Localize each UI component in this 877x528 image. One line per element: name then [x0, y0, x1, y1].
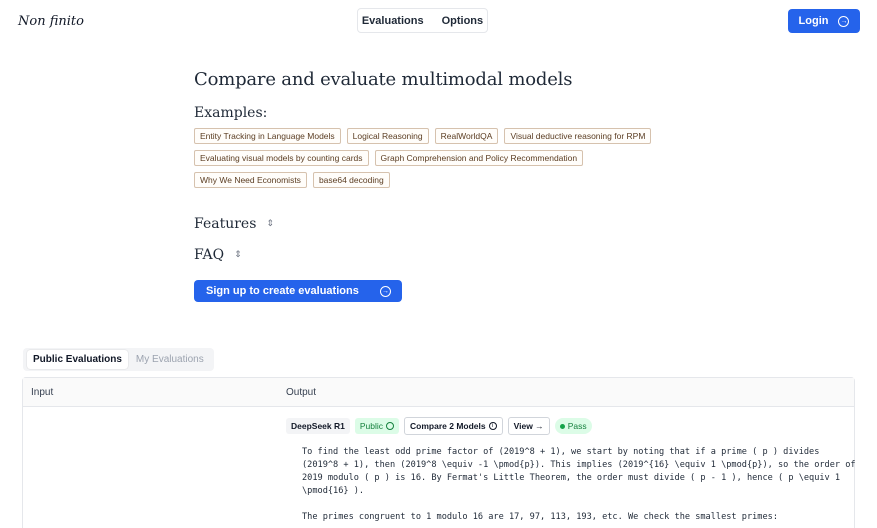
tab-my-evaluations[interactable]: My Evaluations [130, 350, 210, 369]
arrow-right-circle-icon: → [380, 285, 391, 297]
top-nav: Evaluations Options [357, 8, 488, 33]
faq-toggle[interactable]: FAQ ⇕ [194, 247, 242, 263]
login-button[interactable]: Login → [788, 9, 860, 33]
status-badge: Pass [554, 418, 592, 434]
public-badge: Public [354, 418, 400, 434]
nav-evaluations[interactable]: Evaluations [362, 15, 424, 27]
column-header-output: Output [286, 387, 317, 398]
table-header: Input Output [23, 378, 854, 407]
model-badge: DeepSeek R1 [286, 418, 350, 434]
evaluation-tabs: Public Evaluations My Evaluations [23, 348, 214, 371]
public-label: Public [359, 421, 384, 431]
model-output: To find the least odd prime factor of (2… [302, 446, 857, 528]
example-tag[interactable]: Why We Need Economists [194, 172, 307, 188]
example-tag[interactable]: Evaluating visual models by counting car… [194, 150, 369, 166]
example-tags: Entity Tracking in Language Models Logic… [194, 128, 674, 194]
view-button[interactable]: View → [507, 417, 550, 435]
compare-models-button[interactable]: Compare 2 Models i [404, 417, 503, 435]
globe-icon [386, 422, 395, 430]
tab-public-evaluations[interactable]: Public Evaluations [27, 350, 128, 369]
signup-button[interactable]: Sign up to create evaluations → [194, 280, 402, 302]
example-tag[interactable]: Logical Reasoning [346, 128, 429, 144]
example-tag[interactable]: Entity Tracking in Language Models [194, 128, 341, 144]
signup-label: Sign up to create evaluations [206, 285, 359, 297]
example-tag[interactable]: Visual deductive reasoning for RPM [504, 128, 652, 144]
chevron-up-down-icon: ⇕ [266, 219, 274, 229]
column-header-input: Input [31, 387, 54, 398]
faq-label: FAQ [194, 247, 225, 263]
compare-label: Compare 2 Models [410, 421, 486, 431]
features-label: Features [194, 216, 257, 232]
evaluations-table: Input Output DeepSeek R1 Public Compare … [22, 377, 857, 528]
examples-heading: Examples: [194, 105, 268, 121]
features-toggle[interactable]: Features ⇕ [194, 216, 274, 232]
arrow-right-circle-icon: → [838, 15, 850, 27]
page-title: Compare and evaluate multimodal models [194, 69, 573, 90]
chevron-up-down-icon: ⇕ [234, 250, 242, 260]
nav-options[interactable]: Options [442, 15, 484, 27]
output-paragraph: To find the least odd prime factor of (2… [302, 447, 856, 496]
status-dot-icon [559, 423, 565, 429]
output-paragraph: The primes congruent to 1 modulo 16 are … [302, 512, 778, 522]
example-tag[interactable]: base64 decoding [312, 172, 390, 188]
example-tag[interactable]: Graph Comprehension and Policy Recommend… [374, 150, 584, 166]
login-label: Login [798, 15, 829, 27]
app-logo[interactable]: Non finito [18, 14, 84, 29]
example-tag[interactable]: RealWorldQA [434, 128, 499, 144]
info-icon: i [488, 422, 497, 430]
table-row-badges: DeepSeek R1 Public Compare 2 Models i Vi… [286, 417, 592, 435]
status-label: Pass [567, 421, 587, 431]
